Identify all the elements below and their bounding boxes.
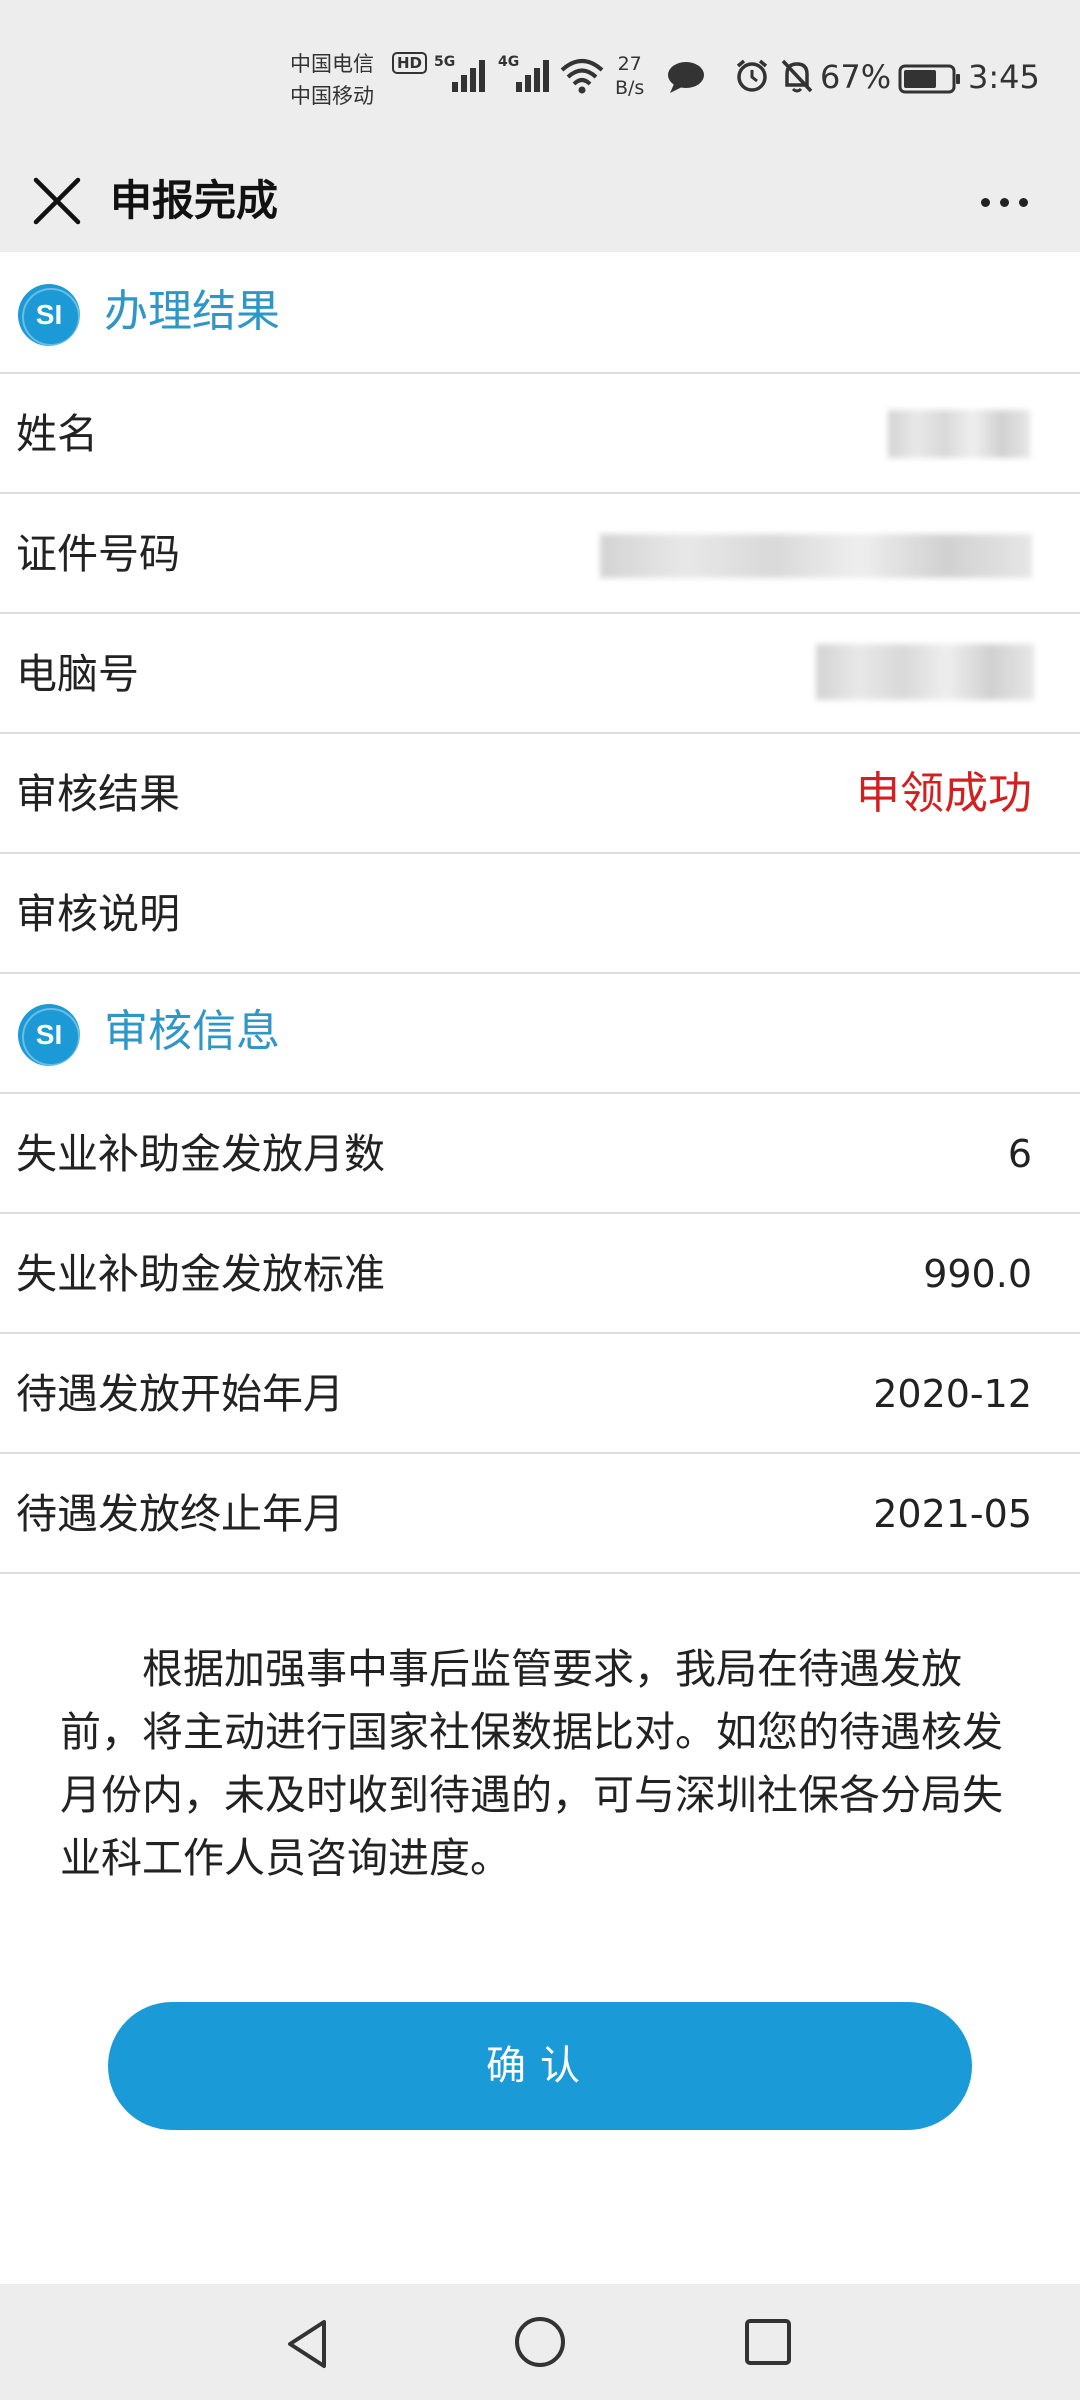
row-label: 审核结果 <box>16 770 180 818</box>
row-label: 审核说明 <box>16 890 180 938</box>
row-end-month: 待遇发放终止年月 2021-05 <box>0 1454 1080 1574</box>
section-title: 办理结果 <box>104 286 280 337</box>
row-benefit-months: 失业补助金发放月数 6 <box>0 1094 1080 1214</box>
row-value: 990.0 <box>923 1252 1032 1296</box>
notice-text: 根据加强事中事后监管要求，我局在待遇发放前，将主动进行国家社保数据比对。如您的待… <box>60 1645 1003 1882</box>
battery-percent: 67% <box>820 58 892 96</box>
home-circle-icon[interactable] <box>512 2314 568 2370</box>
row-value: 2021-05 <box>873 1492 1032 1536</box>
redacted-block <box>600 534 1032 578</box>
recent-square-icon[interactable] <box>742 2316 794 2368</box>
row-value: 2020-12 <box>873 1372 1032 1416</box>
bell-muted-icon <box>781 59 813 93</box>
row-value: 6 <box>1007 1132 1032 1176</box>
section-header-result: SI 办理结果 <box>0 254 1080 374</box>
network-type-2: 4G <box>498 54 520 70</box>
battery-icon <box>898 64 960 94</box>
row-id-number: 证件号码 <box>0 494 1080 614</box>
confirm-button[interactable]: 确认 <box>108 2002 972 2130</box>
hd-badge: HD <box>392 52 428 74</box>
network-speed: 27 B/s <box>615 53 645 99</box>
close-icon[interactable] <box>26 170 88 232</box>
si-logo-icon: SI <box>18 284 80 346</box>
redacted-block <box>888 410 1030 458</box>
row-label: 待遇发放开始年月 <box>16 1370 344 1418</box>
row-computer-number: 电脑号 <box>0 614 1080 734</box>
row-review-note: 审核说明 <box>0 854 1080 974</box>
system-nav-bar <box>0 2284 1080 2400</box>
more-icon[interactable] <box>975 170 1035 232</box>
carrier-2: 中国移动 <box>290 84 374 108</box>
network-type-1: 5G <box>434 54 456 70</box>
signal-icon: 4G <box>498 54 556 92</box>
section-header-info: SI 审核信息 <box>0 974 1080 1094</box>
row-label: 待遇发放终止年月 <box>16 1490 344 1538</box>
row-label: 失业补助金发放月数 <box>16 1130 385 1178</box>
row-label: 证件号码 <box>16 530 180 578</box>
row-name: 姓名 <box>0 374 1080 494</box>
si-logo-icon: SI <box>18 1004 80 1066</box>
chat-icon <box>668 62 704 93</box>
clock: 3:45 <box>968 58 1040 96</box>
row-start-month: 待遇发放开始年月 2020-12 <box>0 1334 1080 1454</box>
alarm-icon <box>736 59 768 92</box>
row-review-result: 审核结果 申领成功 <box>0 734 1080 854</box>
carrier-1: 中国电信 <box>290 52 374 76</box>
wifi-icon <box>560 59 604 94</box>
row-benefit-standard: 失业补助金发放标准 990.0 <box>0 1214 1080 1334</box>
back-triangle-icon[interactable] <box>280 2316 336 2372</box>
row-label: 失业补助金发放标准 <box>16 1250 385 1298</box>
title-bar: 申报完成 <box>0 150 1080 252</box>
carrier-names: 中国电信 中国移动 <box>290 48 374 112</box>
review-result-status: 申领成功 <box>856 768 1032 819</box>
signal-icon: 5G <box>434 54 492 92</box>
status-bar: 中国电信 中国移动 HD 5G 4G 27 B/s 67% 3:45 <box>0 0 1080 150</box>
row-label: 电脑号 <box>16 650 139 698</box>
redacted-block <box>816 644 1034 700</box>
row-label: 姓名 <box>16 410 98 458</box>
page-title: 申报完成 <box>110 176 279 225</box>
section-title: 审核信息 <box>104 1006 280 1057</box>
